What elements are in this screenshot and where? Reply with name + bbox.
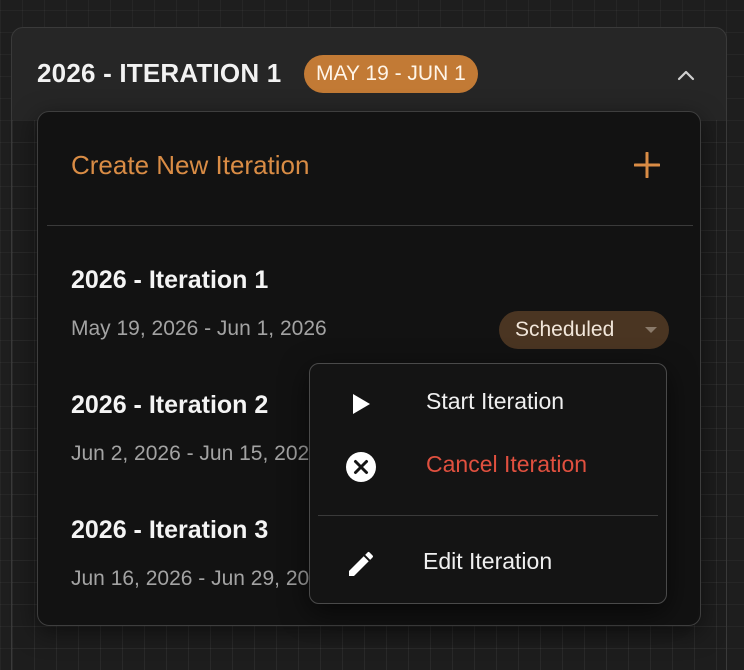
start-iteration-button[interactable]: Start Iteration [310, 374, 666, 434]
start-iteration-label: Start Iteration [426, 388, 565, 414]
app-canvas: 2026 - ITERATION 1 MAY 19 - JUN 1 Create… [0, 0, 744, 670]
pencil-icon [344, 547, 378, 581]
status-dropdown[interactable]: Scheduled [499, 311, 669, 349]
menu-divider [318, 515, 658, 516]
iteration-item-1[interactable]: 2026 - Iteration 1 May 19, 2026 - Jun 1,… [38, 266, 700, 376]
edit-iteration-label: Edit Iteration [423, 548, 553, 574]
iteration-name: 2026 - Iteration 3 [71, 516, 269, 544]
create-new-iteration-label: Create New Iteration [71, 150, 310, 180]
iteration-context-menu: Start Iteration Cancel Iteration Edit It… [309, 363, 667, 604]
iteration-dates: Jun 16, 2026 - Jun 29, 2026 [71, 567, 333, 590]
iteration-name: 2026 - Iteration 2 [71, 391, 269, 419]
plus-icon [634, 152, 660, 178]
cancel-iteration-button[interactable]: Cancel Iteration [310, 437, 666, 497]
status-label: Scheduled [515, 318, 615, 341]
iteration-dates: May 19, 2026 - Jun 1, 2026 [71, 317, 327, 340]
panel-header: 2026 - ITERATION 1 MAY 19 - JUN 1 [12, 28, 726, 121]
iteration-name: 2026 - Iteration 1 [71, 266, 269, 294]
iteration-dates: Jun 2, 2026 - Jun 15, 2026 [71, 442, 321, 465]
play-icon [344, 387, 378, 421]
chevron-up-icon [677, 70, 695, 81]
caret-down-icon [645, 327, 657, 333]
panel-title: 2026 - ITERATION 1 [37, 58, 282, 88]
cancel-circle-icon [344, 450, 378, 484]
dropdown-divider [47, 225, 693, 226]
cancel-iteration-label: Cancel Iteration [426, 451, 588, 477]
edit-iteration-button[interactable]: Edit Iteration [310, 534, 666, 594]
create-new-iteration-button[interactable]: Create New Iteration [38, 112, 700, 224]
date-range-badge: MAY 19 - JUN 1 [304, 55, 478, 93]
collapse-button[interactable] [672, 62, 700, 88]
